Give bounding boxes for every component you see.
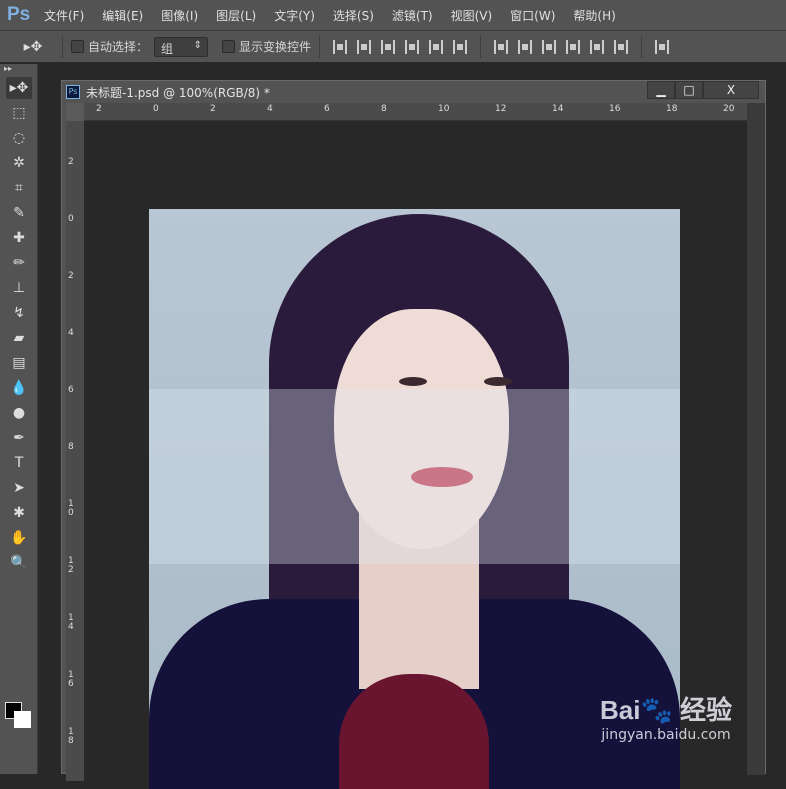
path-select-tool-icon[interactable]: ➤ <box>6 477 32 499</box>
magic-wand-tool-icon[interactable]: ✲ <box>6 152 32 174</box>
ruler-label: 6 <box>324 104 330 114</box>
brush-tool-icon[interactable]: ✏ <box>6 252 32 274</box>
ruler-label: 2 <box>68 157 74 167</box>
tools-panel: ▸▸ ▸✥ ⬚ ◌ ✲ ⌗ ✎ ✚ ✏ ⊥ ↯ ▰ ▤ 💧 ● ✒ T ➤ ✱ ✋ 🔍 <box>0 64 38 774</box>
background-color[interactable] <box>14 711 31 728</box>
watermark-url: jingyan.baidu.com <box>601 727 731 743</box>
ruler-label: 0 <box>153 104 159 114</box>
ruler-label: 6 <box>68 385 74 395</box>
menu-8[interactable]: 窗口(W) <box>510 7 555 24</box>
hand-tool-icon[interactable]: ✋ <box>6 527 32 549</box>
menu-6[interactable]: 滤镜(T) <box>392 7 433 24</box>
move-tool-icon[interactable]: ▸✥ <box>6 77 32 99</box>
auto-select-dropdown[interactable]: 组 <box>154 36 209 57</box>
zoom-tool-icon[interactable]: 🔍 <box>6 552 32 574</box>
pen-tool-icon[interactable]: ✒ <box>6 427 32 449</box>
distribute-bottom-icon[interactable] <box>542 39 557 54</box>
watermark-logo: Bai🐾 经验 <box>600 695 733 725</box>
ps-doc-icon: Ps <box>66 85 80 99</box>
maximize-button[interactable]: □ <box>675 81 703 99</box>
ruler-label: 2 <box>96 104 102 114</box>
ruler-label: 2 <box>68 271 74 281</box>
menu-1[interactable]: 编辑(E) <box>102 7 143 24</box>
dodge-tool-icon[interactable]: ● <box>6 402 32 424</box>
stamp-tool-icon[interactable]: ⊥ <box>6 277 32 299</box>
close-button[interactable]: X <box>703 81 759 99</box>
crop-tool-icon[interactable]: ⌗ <box>6 177 32 199</box>
align-left-icon[interactable] <box>405 39 420 54</box>
auto-select-label: 自动选择： <box>88 40 149 54</box>
ruler-label: 2 <box>210 104 216 114</box>
gradient-tool-icon[interactable]: ▤ <box>6 352 32 374</box>
ruler-label: 1 0 <box>68 499 74 518</box>
document-tab[interactable]: Ps 未标题-1.psd @ 100%(RGB/8) * ▁ □ X <box>62 81 765 103</box>
document-window: Ps 未标题-1.psd @ 100%(RGB/8) * ▁ □ X 20246… <box>61 80 766 789</box>
document-title: 未标题-1.psd @ 100%(RGB/8) * <box>86 85 270 100</box>
ruler-label: 0 <box>68 214 74 224</box>
ruler-label: 10 <box>438 104 450 114</box>
options-bar: ▸✥ ▾ 自动选择： 组 显示变换控件 <box>0 30 786 77</box>
distribute-left-icon[interactable] <box>566 39 581 54</box>
distribute-top-icon[interactable] <box>494 39 509 54</box>
ps-logo: Ps <box>7 4 31 25</box>
distribute-right-icon[interactable] <box>614 39 629 54</box>
ruler-corner[interactable] <box>66 103 84 121</box>
menu-0[interactable]: 文件(F) <box>44 7 84 24</box>
eyedropper-tool-icon[interactable]: ✎ <box>6 202 32 224</box>
align-hcenter-icon[interactable] <box>429 39 444 54</box>
canvas-area[interactable] <box>84 121 748 789</box>
ruler-label: 1 8 <box>68 727 74 746</box>
ruler-label: 1 4 <box>68 613 74 632</box>
ruler-label: 16 <box>609 104 621 114</box>
ruler-label: 1 2 <box>68 556 74 575</box>
auto-align-icon[interactable] <box>655 39 670 54</box>
align-vcenter-icon[interactable] <box>357 39 372 54</box>
baidu-watermark: Bai🐾 经验 jingyan.baidu.com <box>600 690 732 743</box>
type-tool-icon[interactable]: T <box>6 452 32 474</box>
menu-3[interactable]: 图层(L) <box>216 7 256 24</box>
menu-4[interactable]: 文字(Y) <box>274 7 315 24</box>
menu-7[interactable]: 视图(V) <box>451 7 493 24</box>
auto-select-checkbox[interactable] <box>71 40 84 53</box>
shape-tool-icon[interactable]: ✱ <box>6 502 32 524</box>
ruler-label: 18 <box>666 104 678 114</box>
ruler-label: 12 <box>495 104 507 114</box>
ruler-label: 1 6 <box>68 670 74 689</box>
ruler-label: 4 <box>68 328 74 338</box>
history-brush-tool-icon[interactable]: ↯ <box>6 302 32 324</box>
menu-5[interactable]: 选择(S) <box>333 7 374 24</box>
vertical-ruler[interactable]: 2 0 2 4 6 8 1 0 1 2 1 4 1 6 1 8 <box>66 121 84 781</box>
healing-tool-icon[interactable]: ✚ <box>6 227 32 249</box>
show-transform-label: 显示变换控件 <box>239 40 312 54</box>
minimize-button[interactable]: ▁ <box>647 81 675 99</box>
show-transform-checkbox[interactable] <box>222 40 236 53</box>
align-bottom-icon[interactable] <box>381 39 396 54</box>
distribute-vcenter-icon[interactable] <box>518 39 533 54</box>
lasso-tool-icon[interactable]: ◌ <box>6 127 32 149</box>
vertical-scrollbar[interactable] <box>747 103 765 775</box>
ruler-label: 4 <box>267 104 273 114</box>
distribute-hcenter-icon[interactable] <box>590 39 605 54</box>
collapse-icon[interactable]: ▸▸ <box>0 64 37 74</box>
align-right-icon[interactable] <box>453 39 468 54</box>
menu-9[interactable]: 帮助(H) <box>573 7 615 24</box>
ruler-label: 20 <box>723 104 735 114</box>
light-overlay-band <box>149 389 680 564</box>
blur-tool-icon[interactable]: 💧 <box>6 377 32 399</box>
ruler-label: 8 <box>68 442 74 452</box>
horizontal-ruler[interactable]: 2 0 2 4 6 8 10 12 14 16 18 20 <box>84 103 748 121</box>
menu-bar: Ps 文件(F) 编辑(E) 图像(I) 图层(L) 文字(Y) 选择(S) 滤镜(T) 视图… <box>0 0 786 30</box>
menu-2[interactable]: 图像(I) <box>161 7 198 24</box>
ruler-label: 14 <box>552 104 564 114</box>
move-tool-preset-icon[interactable]: ▸✥ ▾ <box>20 36 46 77</box>
marquee-tool-icon[interactable]: ⬚ <box>6 102 32 124</box>
align-top-icon[interactable] <box>333 39 348 54</box>
ruler-label: 8 <box>381 104 387 114</box>
eraser-tool-icon[interactable]: ▰ <box>6 327 32 349</box>
